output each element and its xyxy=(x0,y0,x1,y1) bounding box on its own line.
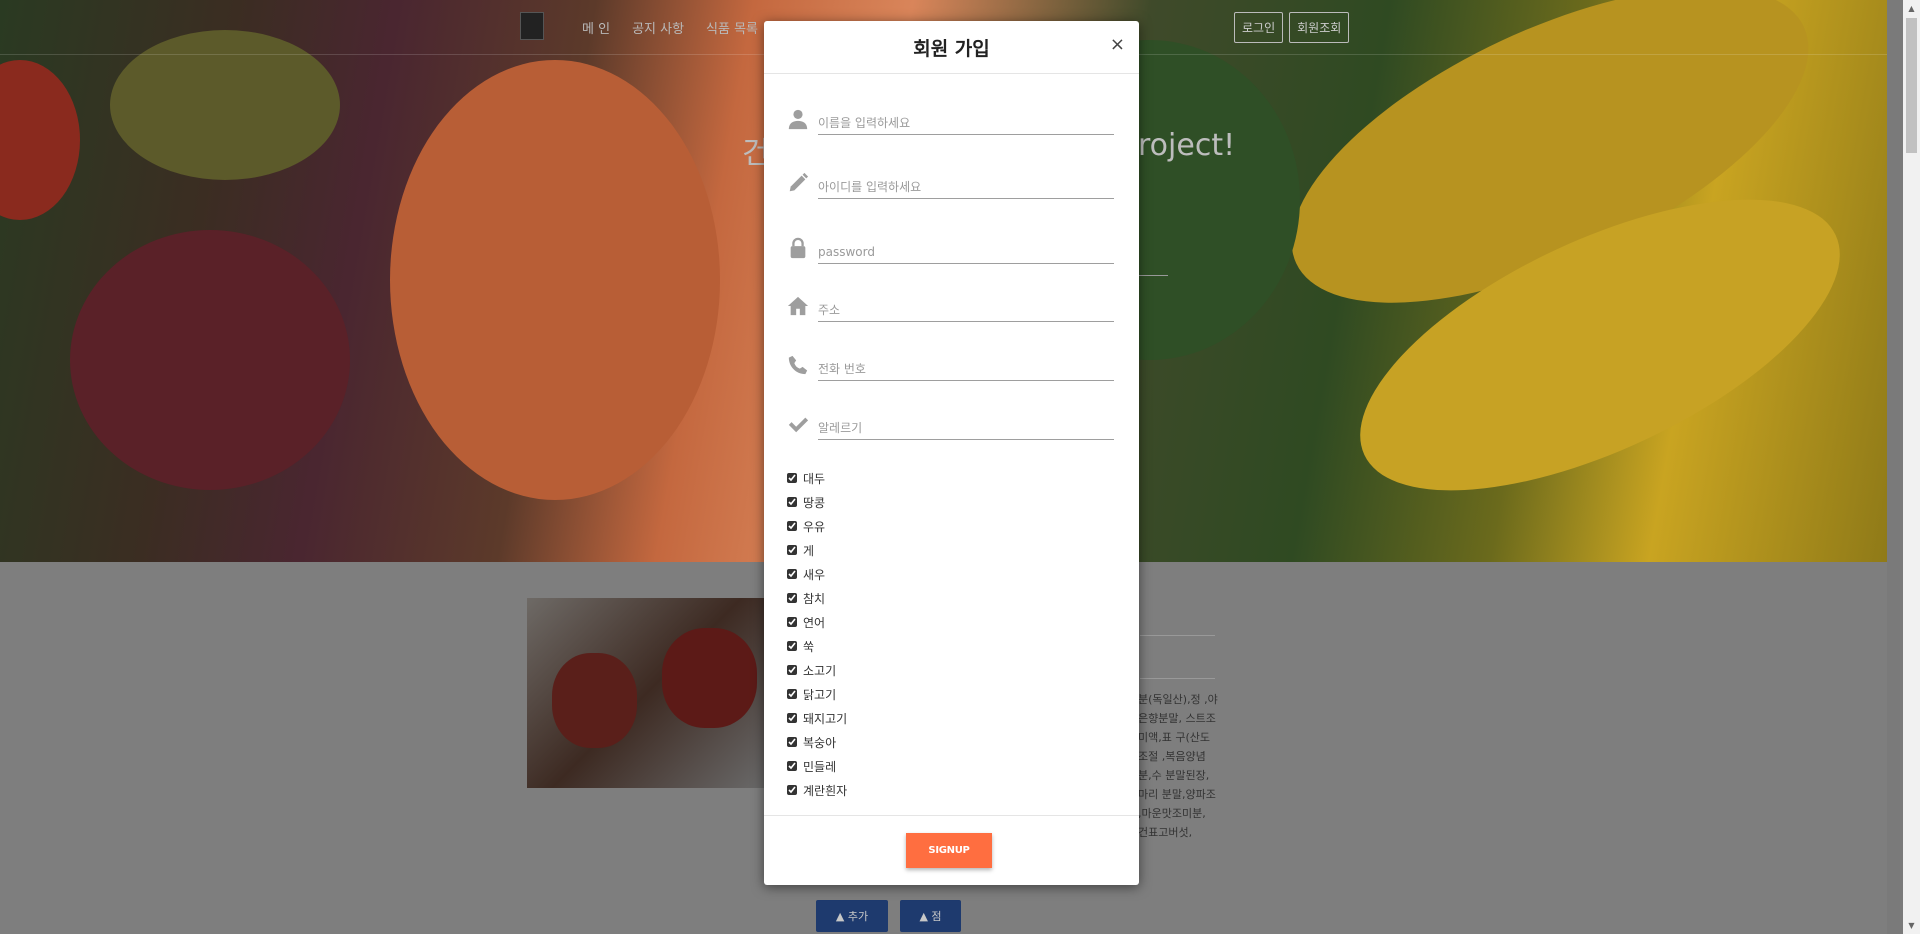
modal-header: 회원 가입 × xyxy=(764,21,1139,74)
allergy-label: 땅콩 xyxy=(803,495,826,510)
allergy-checkbox[interactable] xyxy=(787,569,797,579)
close-icon[interactable]: × xyxy=(1110,34,1125,55)
add-button[interactable]: ▲ 추가 xyxy=(816,900,888,932)
allergy-checkbox[interactable] xyxy=(787,665,797,675)
allergy-label: 돼지고기 xyxy=(803,711,848,726)
pencil-icon xyxy=(789,172,809,192)
allergy-option[interactable]: 우유 xyxy=(787,514,847,538)
name-input[interactable] xyxy=(818,112,1114,135)
allergy-option[interactable]: 계란흰자 xyxy=(787,778,847,802)
name-field-row xyxy=(787,102,1114,138)
apple-image xyxy=(0,60,80,220)
scroll-down-arrow-icon[interactable]: ▼ xyxy=(1903,917,1920,934)
allergy-checkbox[interactable] xyxy=(787,521,797,531)
address-input[interactable] xyxy=(818,299,1114,322)
allergy-label: 민들레 xyxy=(803,759,837,774)
phone-input[interactable] xyxy=(818,358,1114,381)
allergy-checkbox[interactable] xyxy=(787,713,797,723)
allergy-option[interactable]: 쑥 xyxy=(787,634,847,658)
allergy-option[interactable]: 땅콩 xyxy=(787,490,847,514)
allergy-option[interactable]: 복숭아 xyxy=(787,730,847,754)
allergy-label: 소고기 xyxy=(803,663,837,678)
allergy-checkbox[interactable] xyxy=(787,785,797,795)
allergy-label: 참치 xyxy=(803,591,826,606)
allergy-option[interactable]: 참치 xyxy=(787,586,847,610)
signup-button[interactable]: SIGNUP xyxy=(906,833,992,868)
member-lookup-button[interactable]: 회원조회 xyxy=(1289,12,1350,43)
hero-title-right: roject! xyxy=(1138,128,1236,163)
allergy-option[interactable]: 닭고기 xyxy=(787,682,847,706)
allergy-checkbox[interactable] xyxy=(787,497,797,507)
allergy-option[interactable]: 돼지고기 xyxy=(787,706,847,730)
ramen-cup-image xyxy=(662,628,757,728)
allergy-checkbox[interactable] xyxy=(787,689,797,699)
phone-field-row xyxy=(787,348,1114,384)
secondary-button[interactable]: ▲ 점 xyxy=(900,900,961,932)
modal-title: 회원 가입 xyxy=(913,38,990,60)
allergy-option[interactable]: 게 xyxy=(787,538,847,562)
product-image xyxy=(527,598,767,788)
allergy-checkbox[interactable] xyxy=(787,641,797,651)
allergy-checkbox[interactable] xyxy=(787,761,797,771)
allergy-label: 계란흰자 xyxy=(803,783,848,798)
password-input[interactable] xyxy=(818,241,1114,264)
upload-icon: ▲ xyxy=(919,909,932,923)
allergy-label: 게 xyxy=(803,543,815,558)
secondary-button-label: 점 xyxy=(931,910,942,923)
scrollbar-thumb[interactable] xyxy=(1906,18,1917,153)
add-button-label: 추가 xyxy=(847,910,869,923)
address-field-row xyxy=(787,289,1114,325)
nav-auth-buttons: 로그인 회원조회 xyxy=(1234,12,1350,43)
allergy-checkbox[interactable] xyxy=(787,473,797,483)
allergy-label: 연어 xyxy=(803,615,826,630)
lock-icon xyxy=(790,237,806,259)
allergy-label: 복숭아 xyxy=(803,735,837,750)
allergy-checkbox-list: 대두 땅콩 우유 게 새우 참치 연어 쑥 소고기 닭고기 돼지고기 복숭아 민… xyxy=(787,466,847,802)
pomegranate-image xyxy=(70,230,350,490)
phone-icon xyxy=(788,355,808,375)
divider xyxy=(1140,678,1215,679)
upload-icon: ▲ xyxy=(835,909,848,923)
nav-link-food-list[interactable]: 식품 목록 xyxy=(706,18,758,37)
allergy-option[interactable]: 대두 xyxy=(787,466,847,490)
allergy-option[interactable]: 민들레 xyxy=(787,754,847,778)
allergy-label: 쑥 xyxy=(803,639,815,654)
login-button[interactable]: 로그인 xyxy=(1234,12,1284,43)
allergy-input[interactable] xyxy=(818,417,1114,440)
allergy-label: 대두 xyxy=(803,471,826,486)
allergy-field-row xyxy=(787,407,1114,443)
allergy-label: 새우 xyxy=(803,567,826,582)
user-icon xyxy=(788,109,808,130)
id-field-row xyxy=(787,166,1114,202)
home-icon xyxy=(787,296,809,316)
id-input[interactable] xyxy=(818,176,1114,199)
allergy-label: 닭고기 xyxy=(803,687,837,702)
scroll-up-arrow-icon[interactable]: ▲ xyxy=(1903,0,1920,17)
allergy-option[interactable]: 연어 xyxy=(787,610,847,634)
divider xyxy=(1140,635,1215,636)
salmon-image xyxy=(390,60,720,500)
page-scrollbar[interactable]: ▲ ▼ xyxy=(1903,0,1920,934)
allergy-label: 우유 xyxy=(803,519,826,534)
allergy-checkbox[interactable] xyxy=(787,737,797,747)
nav-link-notice[interactable]: 공지 사항 xyxy=(632,18,684,37)
check-icon xyxy=(788,417,809,433)
allergy-checkbox[interactable] xyxy=(787,545,797,555)
nav-links: 메 인 공지 사항 식품 목록 배 xyxy=(582,18,792,37)
modal-footer: SIGNUP xyxy=(764,815,1139,886)
allergy-option[interactable]: 새우 xyxy=(787,562,847,586)
site-logo[interactable] xyxy=(520,12,544,40)
signup-modal: 회원 가입 × 대두 xyxy=(764,21,1139,885)
password-field-row xyxy=(787,231,1114,267)
nav-link-main[interactable]: 메 인 xyxy=(582,18,610,37)
allergy-checkbox[interactable] xyxy=(787,593,797,603)
ramen-bowl-image xyxy=(552,653,637,748)
allergy-checkbox[interactable] xyxy=(787,617,797,627)
allergy-option[interactable]: 소고기 xyxy=(787,658,847,682)
product-description: 분(독일산),정 ,야은향분말, 스트조미액,표 구(산도조절 ,복음양념분,수… xyxy=(1138,693,1218,839)
